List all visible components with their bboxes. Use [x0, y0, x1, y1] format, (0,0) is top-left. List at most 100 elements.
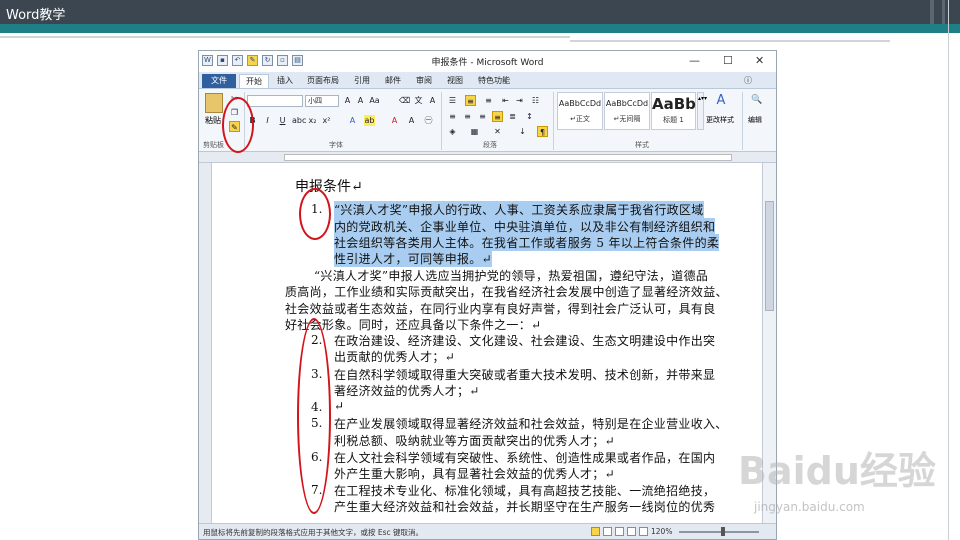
divider [0, 36, 570, 38]
style-label: ↵正文 [570, 115, 590, 123]
align-center-icon[interactable]: ≡ [462, 111, 473, 122]
show-marks-icon[interactable]: ¶ [537, 126, 548, 137]
distributed-icon[interactable]: ≣ [507, 111, 518, 122]
shrink-font-icon[interactable]: A [355, 95, 366, 106]
subscript-icon[interactable]: x₂ [307, 115, 318, 126]
paragraph-line: “兴滇人才奖”申报人选应当拥护党的领导，热爱祖国，遵纪守法，道德品 [314, 269, 709, 283]
styles-scroll-icon[interactable]: ▴▾▾ [697, 92, 707, 130]
underline-icon[interactable]: U [277, 115, 288, 126]
find-icon[interactable]: 🔍 [751, 95, 762, 106]
asian-layout-icon[interactable]: ☷ [530, 95, 541, 106]
list-item-line: 在工程技术专业化、标准化领域，具有高超技艺技能、一流绝招绝技， [334, 484, 716, 498]
zoom-level[interactable]: 120% [651, 527, 672, 536]
text-effects-icon[interactable]: A [347, 115, 358, 126]
tab-view[interactable]: 视图 [447, 74, 463, 88]
strikethrough-icon[interactable]: abc [292, 115, 306, 126]
bullets-icon[interactable]: ☰ [447, 95, 458, 106]
title-bar: W ▪ ↶ ✎ ↻ ▫ ▤ 申报条件 - Microsoft Word — ☐ … [199, 51, 776, 72]
horizontal-ruler[interactable] [199, 152, 776, 163]
tab-references[interactable]: 引用 [354, 74, 370, 88]
highlight-icon[interactable]: ab [364, 115, 375, 126]
zoom-slider-knob[interactable] [721, 527, 725, 536]
font-name-select[interactable] [247, 95, 303, 107]
style-sample: AaBb [652, 95, 696, 113]
status-message: 用鼠标将先前复制的段落格式应用于其他文字，或按 Esc 键取消。 [203, 528, 424, 537]
close-button[interactable]: ✕ [755, 54, 764, 67]
grow-font-icon[interactable]: A [342, 95, 353, 106]
change-case-icon[interactable]: Aa [369, 95, 380, 106]
numbering-icon[interactable]: ≡ [465, 95, 476, 106]
list-item-line: 在政治建设、经济建设、文化建设、社会建设、生态文明建设中作出突 [334, 334, 716, 348]
watermark-logo: Baidu经验 [738, 449, 936, 493]
tab-review[interactable]: 审阅 [416, 74, 432, 88]
tab-insert[interactable]: 插入 [277, 74, 293, 88]
annotation-circle-numbers [297, 318, 331, 514]
font-size-select[interactable]: 小四 [305, 95, 339, 107]
list-item-line: “兴滇人才奖”申报人的行政、人事、工资关系应隶属于我省行政区域 [334, 201, 704, 218]
slide-header: Word教学 [0, 0, 960, 24]
char-border-icon[interactable]: A [427, 95, 438, 106]
line-spacing-icon[interactable]: ↕ [524, 111, 535, 122]
group-label-paragraph: 段落 [483, 141, 497, 149]
scrollbar-thumb[interactable] [765, 201, 774, 311]
edit-label[interactable]: 编辑 [748, 115, 762, 125]
divider [570, 40, 890, 42]
style-label: 标题 1 [663, 116, 684, 124]
borders-icon[interactable]: ▦ [469, 126, 480, 137]
maximize-button[interactable]: ☐ [723, 54, 733, 67]
italic-icon[interactable]: I [262, 115, 273, 126]
superscript-icon[interactable]: x² [321, 115, 332, 126]
tab-home[interactable]: 开始 [239, 74, 269, 88]
increase-indent-icon[interactable]: ⇥ [514, 95, 525, 106]
clear-format-icon[interactable]: ⌫ [399, 95, 410, 106]
sort-icon[interactable]: ↓ [517, 126, 528, 137]
list-item-line: 在自然科学领域取得重大突破或者重大技术发明、技术创新，并带来显 [334, 368, 716, 382]
tab-file[interactable]: 文件 [202, 74, 236, 88]
style-label: ↵无间隔 [613, 115, 641, 123]
outline-icon[interactable] [627, 527, 636, 536]
tab-special[interactable]: 特色功能 [478, 74, 510, 88]
group-divider [441, 92, 442, 150]
list-item-line: 内的党政机关、企事业单位、中央驻滇单位，以及非公有制经济组织和 [334, 218, 716, 235]
list-item-line: ↵ [334, 399, 345, 413]
web-layout-icon[interactable] [615, 527, 624, 536]
full-reading-icon[interactable] [603, 527, 612, 536]
char-shading-icon[interactable]: A [406, 115, 417, 126]
group-label-styles: 样式 [635, 141, 649, 149]
group-label-clipboard: 剪贴板 [203, 141, 224, 149]
decrease-indent-icon[interactable]: ⇤ [500, 95, 511, 106]
chinese-layout-icon[interactable]: ✕ [492, 126, 503, 137]
help-icon[interactable]: ⓘ [744, 74, 752, 88]
annotation-circle-format-painter [222, 97, 254, 153]
paste-label[interactable]: 粘贴 [205, 115, 221, 126]
ruler-area [284, 154, 732, 161]
style-heading-1[interactable]: AaBb 标题 1 [651, 92, 696, 130]
style-no-spacing[interactable]: AaBbCcDd ↵无间隔 [604, 92, 650, 130]
draft-icon[interactable] [639, 527, 648, 536]
enclose-char-icon[interactable]: ㊀ [423, 115, 434, 126]
style-normal[interactable]: AaBbCcDd ↵正文 [557, 92, 603, 130]
change-styles-icon[interactable]: A [713, 94, 729, 107]
tab-page-layout[interactable]: 页面布局 [307, 74, 339, 88]
print-layout-icon[interactable] [591, 527, 600, 536]
tab-mailings[interactable]: 邮件 [385, 74, 401, 88]
ribbon-tabs: 文件 开始 插入 页面布局 引用 邮件 审阅 视图 特色功能 ⓘ [199, 72, 776, 89]
phonetic-icon[interactable]: 文 [413, 95, 424, 106]
minimize-button[interactable]: — [689, 54, 700, 67]
accent-bar [0, 24, 960, 33]
list-item-line: 性引进人才，可同等申报。↵ [334, 250, 492, 267]
group-label-font: 字体 [329, 141, 343, 149]
align-left-icon[interactable]: ≡ [447, 111, 458, 122]
list-item-line: 在人文社会科学领域有突破性、系统性、创造性成果或者作品，在国内 [334, 451, 716, 465]
vertical-ruler[interactable] [199, 163, 212, 523]
paste-icon[interactable] [205, 93, 223, 113]
shading-icon[interactable]: ◈ [447, 126, 458, 137]
align-right-icon[interactable]: ≡ [477, 111, 488, 122]
multilevel-list-icon[interactable]: ≡ [483, 95, 494, 106]
group-divider [742, 92, 743, 150]
watermark-url: jingyan.baidu.com [754, 500, 865, 514]
justify-icon[interactable]: ≡ [492, 111, 503, 122]
change-styles-label[interactable]: 更改样式 [706, 115, 734, 125]
font-color-icon[interactable]: A [389, 115, 400, 126]
zoom-slider[interactable] [679, 531, 759, 533]
